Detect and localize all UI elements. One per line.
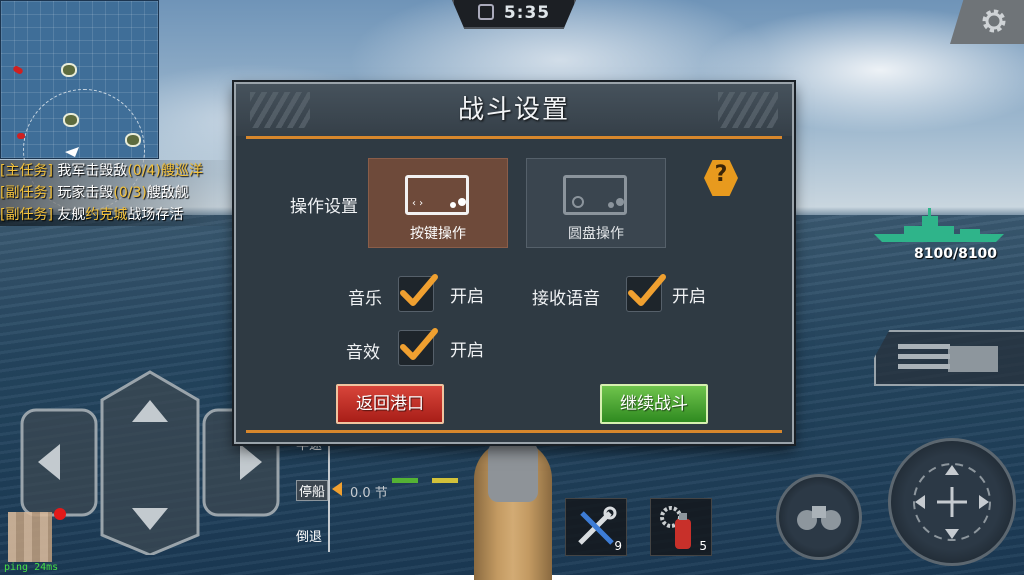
gear-icon [982,9,1006,33]
clock-icon [477,4,494,20]
mission-tag: [主任务] [0,163,53,179]
battle-timer: 5:35 [452,0,576,29]
dialog-title: 战斗设置 [457,95,570,125]
notification-dot [54,508,66,520]
music-checkbox[interactable] [398,274,438,312]
mission-item: [副任务] 玩家击毁(0/3)艘敌舰 [0,182,240,204]
mission-progress: 约克城 [85,207,128,223]
ping-readout: ping 24ms [4,562,59,573]
continue-battle-button[interactable]: 继续战斗 [600,384,708,424]
battle-settings-dialog: 战斗设置 操作设置 ‹ › 按键操作 圆盘操作 ? 音乐 开启 接收语音 开启 … [234,82,794,444]
mission-item: [副任务] 友舰约克城战场存活 [0,204,240,226]
minimap-island [125,133,141,147]
joystick-screen-icon [563,175,627,215]
mission-text: 艘敌舰 [146,185,189,201]
disk-control-mode-option[interactable]: 圆盘操作 [526,158,666,248]
voice-checkbox[interactable] [626,274,666,312]
mission-tag: [副任务] [0,207,53,223]
checkmark-icon [628,274,666,306]
mission-progress: (0/3) [113,185,147,201]
fire-main-guns-button[interactable] [874,330,1024,386]
minimap[interactable] [0,0,159,211]
music-label: 音乐 [348,289,382,309]
return-to-port-button[interactable]: 返回港口 [336,384,444,424]
sfx-checkbox[interactable] [398,328,438,366]
minimap-island [61,63,77,77]
extinguisher-button[interactable]: 5 [650,498,712,556]
turret-icon [898,344,998,372]
enemy-hp-text: 8100/8100 [914,246,998,262]
mission-progress: (0/4) [127,163,161,179]
enemy-ship-icon [874,208,1004,242]
divider [246,430,782,433]
minimap-island [63,113,79,127]
divider [246,136,782,139]
key-control-mode-option[interactable]: ‹ › 按键操作 [368,158,508,248]
repair-tool-button[interactable]: 9 [565,498,627,556]
mission-tag: [副任务] [0,185,53,201]
mission-text: 艘巡洋 [160,163,203,179]
fire-extinguisher-icon [660,506,691,549]
minimap-enemy-marker [17,133,25,139]
mission-text: 友舰 [57,207,86,223]
help-icon: ? [714,162,728,187]
crosshair-icon [913,463,991,541]
minimap-enemy-marker [12,64,24,76]
voice-value: 开启 [672,287,706,307]
mission-text: 战场存活 [127,207,184,223]
throttle-pointer-icon [332,482,342,496]
voice-label: 接收语音 [532,289,600,309]
aim-button[interactable] [888,438,1016,566]
mission-list: [主任务] 我军击毁敌(0/4)艘巡洋 [副任务] 玩家击毁(0/3)艘敌舰 [… [0,160,240,226]
help-button[interactable]: ? [704,160,738,196]
speed-bar [432,478,458,483]
checkmark-icon [400,274,438,306]
throttle-track [328,432,330,552]
repair-count: 9 [614,539,622,553]
speed-bar [392,478,418,483]
control-settings-label: 操作设置 [290,197,358,217]
mission-item: [主任务] 我军击毁敌(0/4)艘巡洋 [0,160,240,182]
throttle-stop-label: 停船 [296,480,329,501]
mode-label: 按键操作 [410,226,466,242]
extinguisher-count: 5 [699,539,707,553]
sfx-label: 音效 [346,343,380,363]
player-avatar[interactable] [8,512,52,562]
repair-tools-icon [578,506,617,545]
music-value: 开启 [450,287,484,307]
keypad-screen-icon: ‹ › [405,175,469,215]
binoculars-icon [797,506,841,530]
checkmark-icon [400,328,438,360]
throttle-gauge[interactable]: 半速 停船 0.0 节 倒退 [296,432,416,562]
binoculars-button[interactable] [776,474,862,560]
speed-indicator [392,468,472,487]
sfx-value: 开启 [450,341,484,361]
player-arrow-icon [65,147,79,157]
speed-readout: 0.0 节 [350,486,388,501]
player-ship-tower [488,442,538,502]
mission-text: 玩家击毁 [57,185,114,201]
mission-text: 我军击毁敌 [57,163,128,179]
mode-label: 圆盘操作 [568,226,624,242]
throttle-reverse-label: 倒退 [296,530,323,545]
timer-text: 5:35 [503,3,551,23]
